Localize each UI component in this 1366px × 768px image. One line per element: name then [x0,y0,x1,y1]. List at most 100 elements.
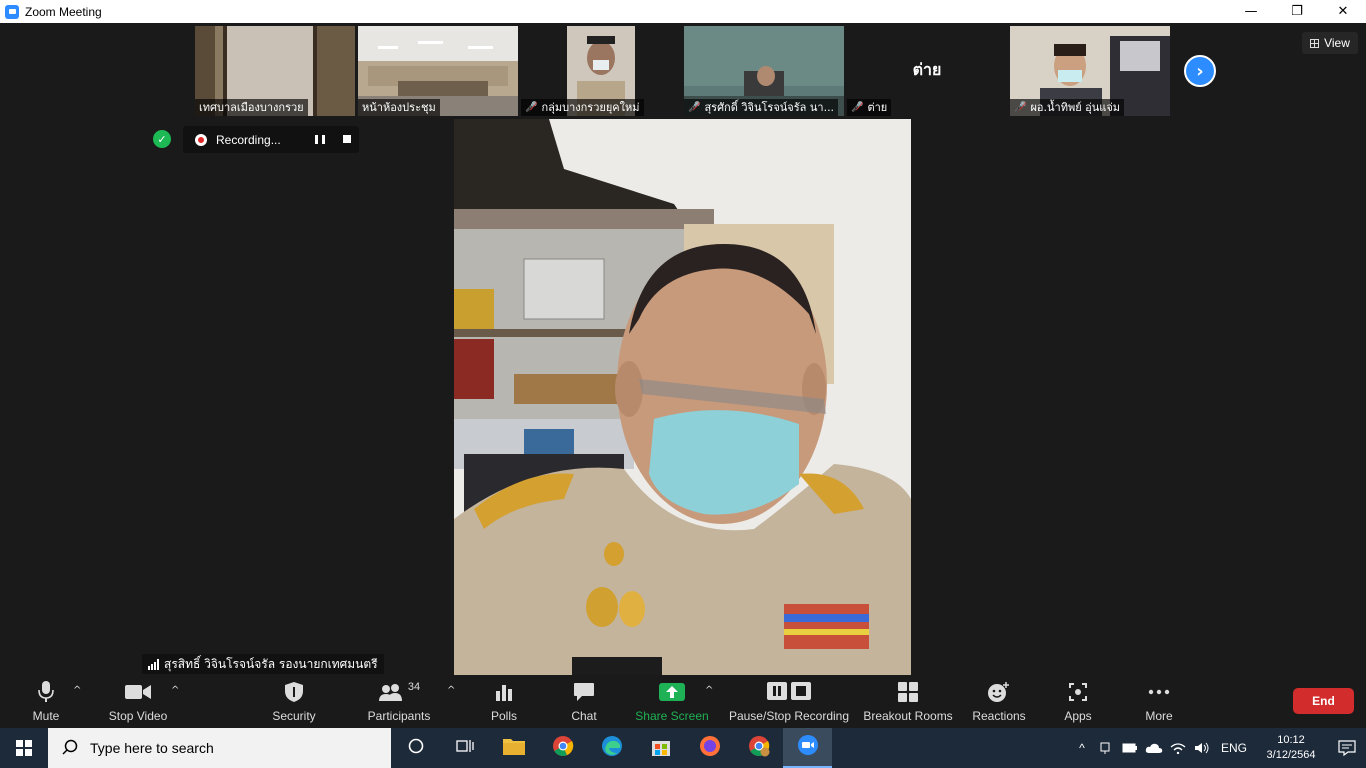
polls-label: Polls [490,708,517,723]
participant-thumbnail[interactable]: 🎤̸ สุรศักดิ์ วิจินโรจน์จรัล นา... [684,26,844,116]
security-shield-icon[interactable]: ✓ [153,130,171,148]
search-icon [62,739,78,758]
folder-icon [502,737,525,759]
close-button[interactable]: ✕ [1320,0,1366,23]
pause-stop-recording-button[interactable]: Pause/Stop Recording [727,675,851,728]
participants-count-badge: 34 [407,680,421,693]
volume-icon[interactable] [1190,742,1214,754]
speaker-video-frame [454,119,911,675]
window-title-bar: Zoom Meeting — ❐ ✕ [0,0,1366,23]
active-speaker-name: สุรสิทธิ์ วิจินโรจน์จรัล รองนายกเทศมนตรี [164,656,378,671]
microphone-icon [38,680,54,703]
participant-thumbnail[interactable]: หน้าห้องประชุม [358,26,518,116]
share-options-caret-icon[interactable]: ^ [705,685,713,696]
cortana-circle-icon [408,738,424,758]
notification-center-icon[interactable] [1328,740,1366,756]
next-page-button[interactable]: › [1184,55,1216,87]
muted-mic-icon: 🎤̸ [688,102,701,113]
clock-date: 3/12/2564 [1266,749,1316,761]
reactions-button[interactable]: Reactions [970,675,1028,728]
chat-label: Chat [571,708,597,723]
apps-icon [1068,681,1088,703]
security-button[interactable]: Security [265,675,323,728]
battery-icon[interactable] [1118,742,1142,754]
recording-indicator: Recording... [183,126,359,153]
participant-thumbnail[interactable]: 🎤̸ ผอ.น้ำทิพย์ อุ่นแจ่ม [1010,26,1170,116]
taskbar-search-box[interactable]: Type here to search [48,728,391,768]
end-meeting-button[interactable]: End [1293,688,1354,714]
start-button[interactable] [0,728,48,768]
participant-thumbnail[interactable]: ต่าย 🎤̸ ต่าย [847,26,1007,116]
pause-recording-icon[interactable] [315,135,325,144]
input-language-indicator[interactable]: ENG [1214,741,1254,755]
breakout-rooms-icon [898,681,918,703]
security-label: Security [272,708,316,723]
participant-name-label: เทศบาลเมืองบางกรวย [195,99,308,116]
taskbar-zoom[interactable] [783,728,832,768]
recording-controls-icon [767,681,811,703]
chat-bubble-icon [573,681,595,703]
wifi-icon[interactable] [1166,742,1190,754]
zoom-app-icon [797,734,819,760]
participant-thumbnail[interactable]: 🎤̸ กลุ่มบางกรวยยุคใหม่ [521,26,681,116]
task-view-icon [455,738,474,758]
taskbar-chrome-profile[interactable] [734,728,783,768]
apps-label: Apps [1064,708,1092,723]
meeting-area: เทศบาลเมืองบางกรวย หน้าห้องประชุม 🎤̸ กลุ… [0,23,1366,675]
stop-recording-icon[interactable] [343,135,351,143]
clock-time: 10:12 [1277,734,1305,746]
muted-mic-icon: 🎤̸ [851,102,864,113]
taskbar-chrome[interactable] [538,728,587,768]
more-label: More [1145,708,1173,723]
meeting-toolbar: Mute ^ Stop Video ^ Security 34 Particip… [0,675,1366,728]
show-hidden-icons-chevron-icon[interactable]: ^ [1070,741,1094,755]
gallery-grid-icon [1310,38,1320,48]
view-button[interactable]: View [1302,32,1358,54]
more-dots-icon [1148,681,1170,703]
minimize-button[interactable]: — [1228,0,1274,23]
participant-name-label: 🎤̸ ผอ.น้ำทิพย์ อุ่นแจ่ม [1010,99,1125,116]
taskbar-store[interactable] [636,728,685,768]
participant-name-label: 🎤̸ สุรศักดิ์ วิจินโรจน์จรัล นา... [684,99,839,116]
breakout-rooms-label: Breakout Rooms [863,708,953,723]
connection-signal-icon [148,658,159,670]
video-options-caret-icon[interactable]: ^ [171,685,179,696]
mute-button[interactable]: Mute [22,675,70,728]
cortana-button[interactable] [391,728,440,768]
breakout-rooms-button[interactable]: Breakout Rooms [862,675,954,728]
chevron-right-icon: › [1196,60,1204,82]
participant-name-label: หน้าห้องประชุม [358,99,440,116]
participant-thumbnail[interactable]: เทศบาลเมืองบางกรวย [195,26,355,116]
chat-button[interactable]: Chat [564,675,604,728]
taskbar-clock[interactable]: 10:12 3/12/2564 [1254,733,1328,763]
meet-now-icon[interactable] [1094,741,1118,755]
restore-button[interactable]: ❐ [1274,0,1320,23]
muted-mic-icon: 🎤̸ [525,102,538,113]
participants-button[interactable]: 34 Participants [363,675,435,728]
video-camera-icon [125,681,151,703]
participants-options-caret-icon[interactable]: ^ [447,685,455,696]
stop-video-button[interactable]: Stop Video [103,675,173,728]
more-button[interactable]: More [1140,675,1178,728]
task-view-button[interactable] [440,728,489,768]
shield-icon [285,681,303,703]
audio-options-caret-icon[interactable]: ^ [73,685,81,696]
participant-name-label: 🎤̸ ต่าย [847,99,892,116]
share-screen-button[interactable]: Share Screen [634,675,710,728]
window-controls: — ❐ ✕ [1228,0,1366,23]
taskbar-file-explorer[interactable] [489,728,538,768]
smiley-reaction-icon [988,681,1010,703]
participants-icon: 34 [378,681,420,703]
window-title: Zoom Meeting [25,4,102,19]
onedrive-cloud-icon[interactable] [1142,742,1166,754]
taskbar-firefox[interactable] [685,728,734,768]
active-speaker-video [454,119,911,675]
apps-button[interactable]: Apps [1058,675,1098,728]
store-bag-icon [651,736,671,760]
recording-label: Pause/Stop Recording [728,708,850,723]
taskbar-edge[interactable] [587,728,636,768]
chrome-profile-icon [748,735,770,761]
polls-button[interactable]: Polls [483,675,525,728]
participants-label: Participants [367,708,431,723]
active-speaker-label: สุรสิทธิ์ วิจินโรจน์จรัล รองนายกเทศมนตรี [142,654,384,674]
